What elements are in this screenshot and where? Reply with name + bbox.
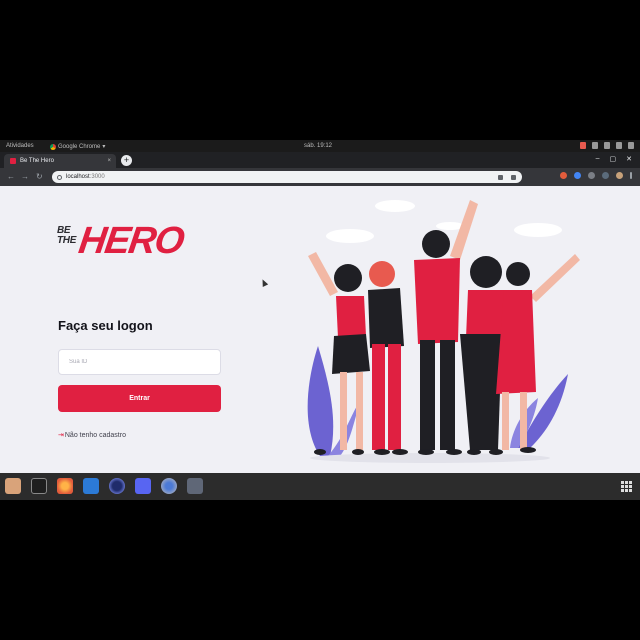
person-leg (372, 344, 385, 450)
person-leg (388, 344, 401, 450)
person-top (466, 290, 506, 338)
person-top (414, 258, 460, 344)
person-leg (356, 372, 363, 450)
back-button[interactable]: ← (7, 172, 15, 182)
firefox-icon[interactable] (57, 478, 73, 494)
vpn-icon[interactable] (161, 478, 177, 494)
minimize-button[interactable]: – (596, 155, 600, 163)
network-icon (592, 142, 598, 149)
login-button[interactable]: Entrar (58, 385, 221, 412)
new-tab-button[interactable]: + (121, 155, 132, 166)
reload-button[interactable]: ↻ (36, 172, 43, 182)
person-leg (520, 392, 527, 450)
login-icon: ⇥ (58, 432, 64, 439)
maximize-button[interactable]: ▢ (610, 155, 617, 163)
register-link[interactable]: ⇥ Não tenho cadastro (58, 431, 126, 440)
raised-arm (450, 200, 478, 260)
plant-shape (307, 346, 334, 456)
web-page: BE THE HERO Faça seu logon Entrar ⇥ Não … (0, 186, 640, 473)
person-head (470, 256, 502, 288)
person-head (334, 264, 362, 292)
id-input[interactable] (58, 349, 221, 375)
terminal-icon[interactable] (31, 478, 47, 494)
files-icon[interactable] (5, 478, 21, 494)
power-icon (628, 142, 634, 149)
person-top (336, 296, 366, 338)
raised-arm (308, 252, 338, 296)
url-host: localhost (66, 174, 90, 180)
show-apps-icon[interactable] (621, 481, 632, 492)
register-link-label: Não tenho cadastro (64, 431, 126, 439)
browser-tab[interactable]: Be The Hero × (4, 154, 116, 168)
taskbar (0, 473, 640, 500)
eclipse-icon[interactable] (109, 478, 125, 494)
desktop-screen: Atividades Google Chrome ▾ sáb. 19:12 Be… (0, 140, 640, 500)
star-icon[interactable] (511, 174, 516, 180)
person-top (368, 288, 404, 348)
raised-arm (530, 254, 580, 302)
person-leg (420, 340, 435, 450)
key-icon[interactable] (498, 174, 503, 180)
chevron-down-icon: ▾ (102, 144, 106, 150)
tab-title: Be The Hero (20, 158, 54, 164)
mouse-cursor (259, 278, 269, 287)
vscode-icon[interactable] (83, 478, 99, 494)
activities-button[interactable]: Atividades (6, 143, 34, 149)
system-top-bar: Atividades Google Chrome ▾ sáb. 19:12 (0, 140, 640, 152)
person-skirt (332, 334, 370, 374)
extension-icon[interactable] (602, 172, 609, 179)
person-leg (340, 372, 347, 450)
cloud-shape (514, 223, 562, 237)
app-menu-label: Google Chrome (58, 143, 101, 150)
extensions-area (560, 172, 632, 179)
person-head (506, 262, 530, 286)
favicon-icon (10, 158, 16, 164)
extension-icon[interactable] (574, 172, 581, 179)
page-title: Faça seu logon (58, 318, 153, 333)
cloud-shape (375, 200, 415, 212)
battery-icon (616, 142, 622, 149)
extension-icon[interactable] (588, 172, 595, 179)
profile-avatar[interactable] (616, 172, 623, 179)
browser-toolbar: ← → ↻ localhost:3000 (0, 168, 640, 186)
close-window-button[interactable]: ✕ (626, 155, 632, 163)
window-controls: – ▢ ✕ (596, 155, 632, 163)
info-icon[interactable] (57, 174, 62, 180)
app-menu[interactable]: Google Chrome ▾ (50, 143, 105, 150)
system-clock[interactable]: sáb. 19:12 (304, 143, 332, 149)
logo-the: THE (57, 235, 77, 246)
volume-icon (604, 142, 610, 149)
chrome-icon (50, 143, 56, 150)
forward-button[interactable]: → (21, 172, 29, 182)
person-head (369, 261, 395, 287)
be-the-hero-logo: BE THE HERO (57, 220, 186, 268)
person-head (422, 230, 450, 258)
menu-dots-icon[interactable] (630, 172, 632, 179)
extension-icon[interactable] (560, 172, 567, 179)
chrome-icon[interactable] (187, 478, 203, 494)
discord-icon[interactable] (135, 478, 151, 494)
logo-hero: HERO (76, 220, 186, 262)
close-icon[interactable]: × (107, 158, 111, 164)
person-leg (440, 340, 455, 450)
system-tray[interactable] (580, 142, 634, 149)
person-leg (502, 392, 509, 450)
url-port: :3000 (89, 174, 105, 180)
heroes-illustration (307, 200, 580, 463)
browser-tab-strip: Be The Hero × + – ▢ ✕ (0, 152, 640, 168)
cloud-shape (326, 229, 374, 243)
person-pants (460, 334, 502, 450)
address-bar[interactable]: localhost:3000 (52, 171, 522, 183)
recording-icon (580, 142, 586, 149)
